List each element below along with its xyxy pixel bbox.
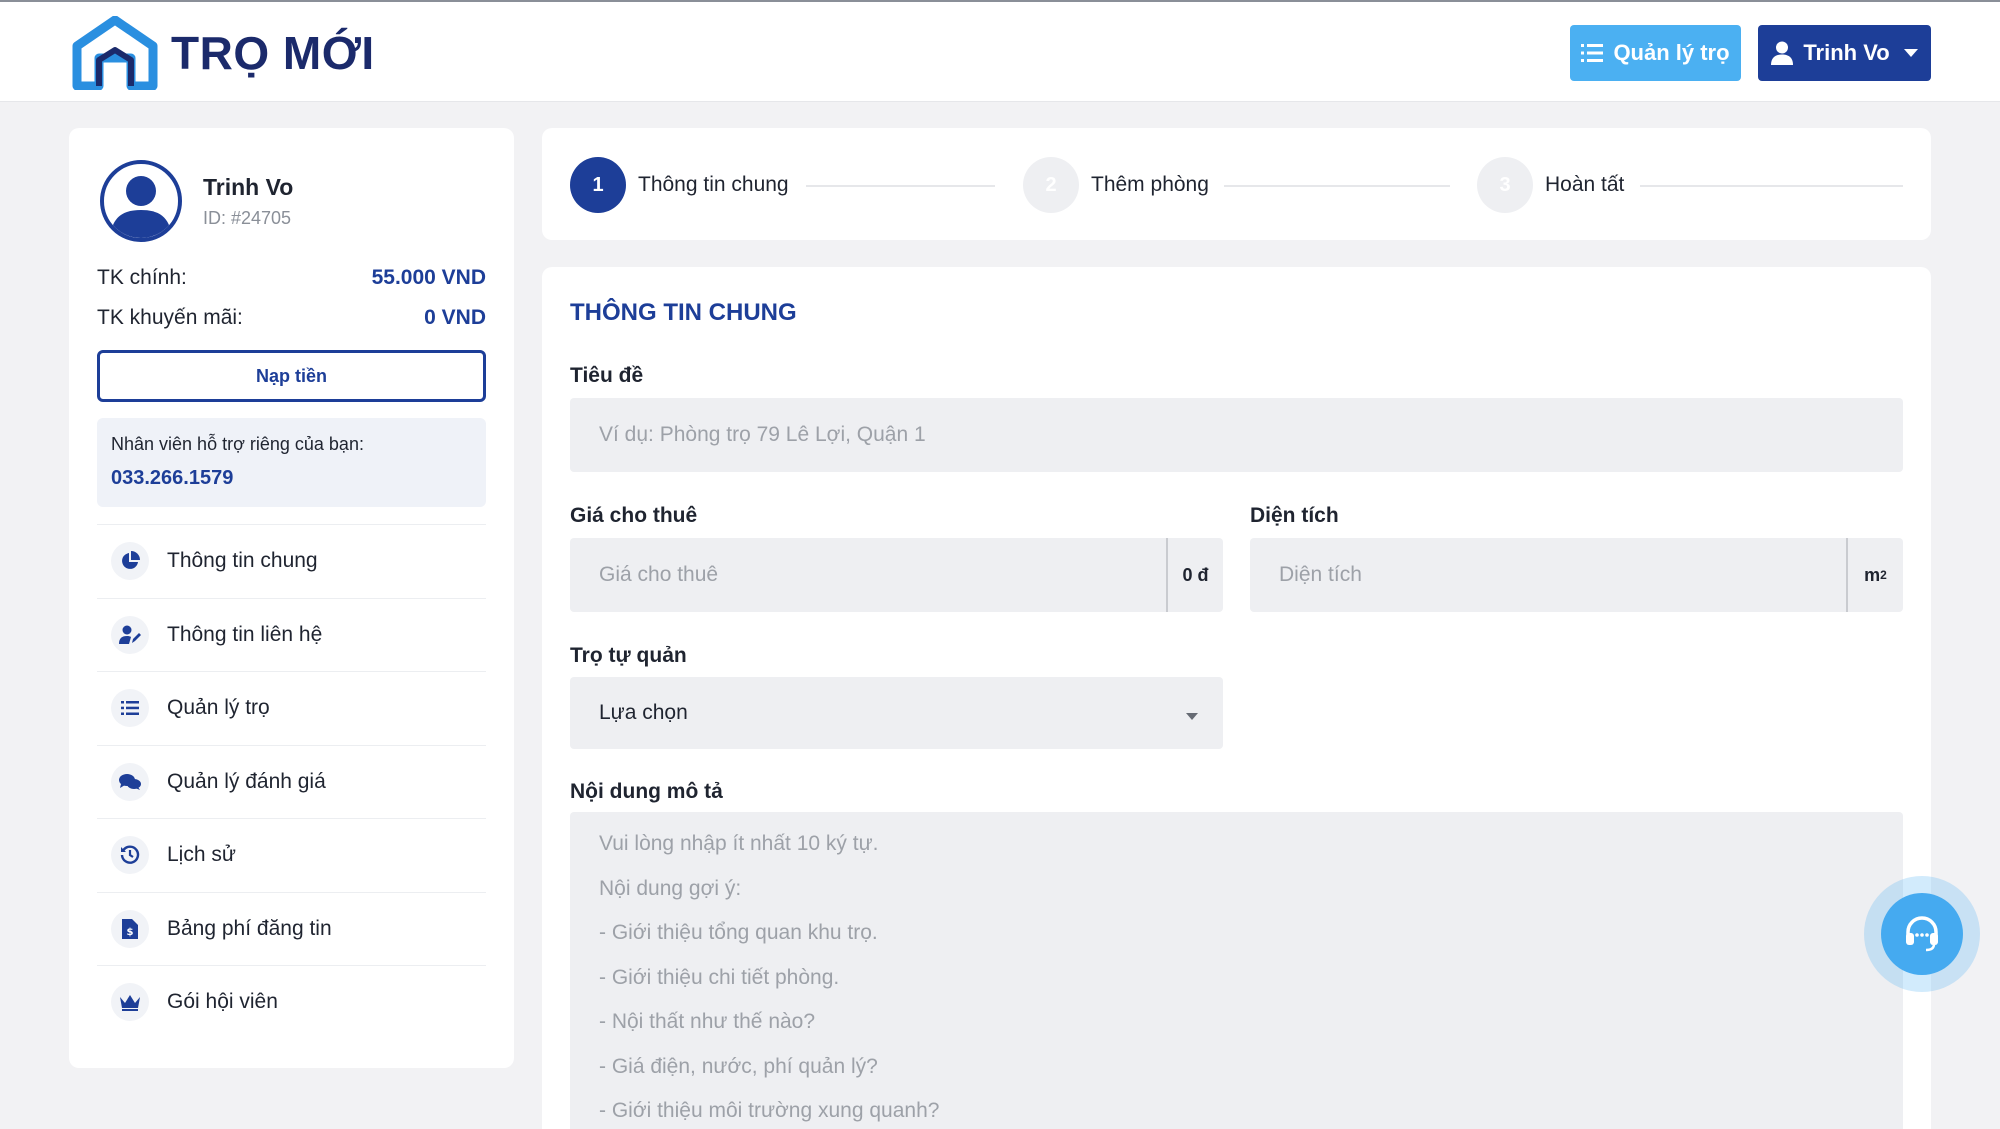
topup-button[interactable]: Nạp tiền (97, 350, 486, 402)
comments-icon (111, 762, 149, 801)
sidebar-item-manage-rooms[interactable]: Quản lý trọ (97, 671, 486, 745)
step-number: 3 (1477, 157, 1533, 213)
step-connector (1224, 185, 1450, 187)
user-avatar-icon (110, 176, 172, 238)
area-unit: m (1864, 564, 1881, 585)
headset-icon (1906, 916, 1938, 952)
sidebar-item-label: Quản lý đánh giá (167, 769, 326, 793)
sidebar-item-label: Bảng phí đăng tin (167, 916, 332, 940)
sidebar-item-membership[interactable]: Gói hội viên (97, 965, 486, 1039)
user-icon (1771, 41, 1794, 65)
self-managed-field-label: Trọ tự quản (570, 644, 687, 667)
description-placeholder-line: - Giá điện, nước, phí quản lý? (599, 1054, 878, 1078)
house-logo-icon (72, 16, 158, 90)
title-field-label: Tiêu đề (570, 364, 644, 387)
description-placeholder-line: Nội dung gợi ý: (599, 876, 742, 900)
avatar (100, 160, 182, 242)
description-placeholder-line: - Giới thiệu chi tiết phòng. (599, 965, 840, 989)
area-input[interactable]: Diện tích m2 (1250, 538, 1903, 612)
self-managed-value: Lựa chọn (599, 701, 688, 724)
step-connector (1640, 185, 1903, 187)
sidebar-item-history[interactable]: Lịch sử (97, 818, 486, 892)
sidebar-menu: Thông tin chung Thông tin liên hệ Quản l… (97, 524, 486, 1039)
sidebar-item-label: Gói hội viên (167, 990, 278, 1014)
description-placeholder-line: - Giới thiệu tổng quan khu trọ. (599, 921, 878, 944)
profile-name: Trinh Vo (203, 174, 294, 200)
invoice-icon: $ (111, 909, 149, 948)
area-unit-suffix: m2 (1846, 538, 1903, 612)
user-menu-button[interactable]: Trinh Vo (1758, 25, 1931, 81)
support-label: Nhân viên hỗ trợ riêng của bạn: (111, 434, 364, 454)
price-placeholder: Giá cho thuê (599, 563, 719, 586)
step-general-info[interactable]: 1 Thông tin chung (570, 157, 789, 213)
sidebar-item-general-info[interactable]: Thông tin chung (97, 524, 486, 598)
description-textarea[interactable]: Vui lòng nhập ít nhất 10 ký tự. Nội dung… (570, 812, 1903, 1129)
step-add-room[interactable]: 2 Thêm phòng (1023, 157, 1209, 213)
price-unit-suffix: 0 đ (1166, 538, 1223, 612)
promo-account-value: 0 VND (424, 306, 486, 329)
manage-rooms-label: Quản lý trọ (1613, 40, 1730, 65)
progress-stepper: 1 Thông tin chung 2 Thêm phòng 3 Hoàn tấ… (542, 128, 1931, 240)
support-chat-inner (1881, 893, 1963, 975)
form-title: THÔNG TIN CHUNG (570, 299, 797, 326)
step-number: 2 (1023, 157, 1079, 213)
sidebar-item-label: Thông tin chung (167, 549, 318, 573)
brand-name: TRỌ MỚI (171, 27, 375, 79)
pie-chart-icon (111, 542, 149, 581)
promo-account-label: TK khuyến mãi: (97, 306, 243, 329)
list-icon (111, 689, 149, 728)
area-field-label: Diện tích (1250, 504, 1339, 527)
general-info-form: THÔNG TIN CHUNG Tiêu đề Ví dụ: Phòng trọ… (542, 267, 1931, 1129)
history-icon (111, 836, 149, 875)
user-edit-icon (111, 615, 149, 654)
main-account-row: TK chính: 55.000 VND (97, 266, 486, 290)
area-unit-exponent: 2 (1880, 568, 1887, 582)
step-complete[interactable]: 3 Hoàn tất (1477, 157, 1624, 213)
sidebar-item-manage-reviews[interactable]: Quản lý đánh giá (97, 744, 486, 819)
self-managed-select[interactable]: Lựa chọn (570, 677, 1223, 749)
step-label: Thông tin chung (638, 173, 789, 196)
price-field-label: Giá cho thuê (570, 504, 698, 527)
chevron-down-icon (1186, 713, 1198, 720)
crown-icon (111, 983, 149, 1022)
sidebar-item-label: Lịch sử (167, 843, 236, 867)
area-placeholder: Diện tích (1279, 563, 1362, 586)
support-chat-button[interactable] (1864, 876, 1980, 992)
list-icon (1581, 44, 1604, 62)
step-label: Thêm phòng (1091, 173, 1209, 196)
step-connector (806, 185, 995, 187)
sidebar-item-label: Thông tin liên hệ (167, 622, 323, 646)
description-field-label: Nội dung mô tả (570, 780, 723, 803)
support-contact-box: Nhân viên hỗ trợ riêng của bạn: 033.266.… (97, 418, 486, 507)
description-placeholder-line: Vui lòng nhập ít nhất 10 ký tự. (599, 832, 879, 855)
user-menu-label: Trinh Vo (1803, 40, 1890, 65)
description-placeholder-line: - Nội thất như thế nào? (599, 1010, 816, 1033)
profile-id: ID: #24705 (203, 208, 292, 228)
title-input[interactable]: Ví dụ: Phòng trọ 79 Lê Lợi, Quận 1 (570, 398, 1903, 472)
sidebar-item-fee-table[interactable]: $ Bảng phí đăng tin (97, 891, 486, 966)
top-navbar: TRỌ MỚI Quản lý trọ Trinh Vo (0, 0, 2000, 102)
price-input[interactable]: Giá cho thuê 0 đ (570, 538, 1223, 612)
account-sidebar: Trinh Vo ID: #24705 TK chính: 55.000 VND… (69, 128, 514, 1068)
manage-rooms-button[interactable]: Quản lý trọ (1570, 25, 1741, 81)
svg-text:$: $ (127, 927, 134, 938)
logo[interactable]: TRỌ MỚI (69, 16, 375, 90)
main-account-value: 55.000 VND (371, 266, 486, 289)
description-placeholder-line: - Giới thiệu môi trường xung quanh? (599, 1099, 940, 1122)
sidebar-item-contact-info[interactable]: Thông tin liên hệ (97, 597, 486, 672)
step-label: Hoàn tất (1545, 173, 1625, 196)
chevron-down-icon (1903, 49, 1918, 57)
support-phone[interactable]: 033.266.1579 (111, 467, 472, 490)
promo-account-row: TK khuyến mãi: 0 VND (97, 306, 486, 330)
main-account-label: TK chính: (97, 266, 187, 289)
step-number: 1 (570, 157, 626, 213)
sidebar-item-label: Quản lý trọ (167, 696, 270, 720)
